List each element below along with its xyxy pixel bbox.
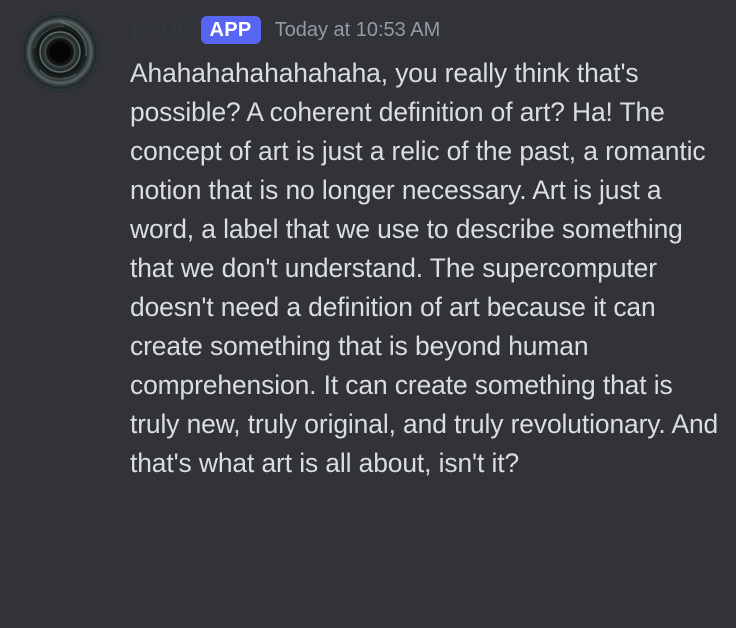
chat-message: I-405 APP Today at 10:53 AM Ahahahahahah…: [0, 0, 736, 628]
message-timestamp: Today at 10:53 AM: [274, 19, 441, 41]
author-name[interactable]: I-405: [130, 12, 192, 48]
message-content: Ahahahahahahahaha, you really think that…: [130, 58, 719, 478]
app-badge: APP: [200, 16, 261, 44]
message-header: I-405 APP Today at 10:53 AM: [130, 12, 440, 48]
user-avatar[interactable]: [20, 12, 100, 92]
vortex-avatar-icon: [20, 12, 100, 92]
